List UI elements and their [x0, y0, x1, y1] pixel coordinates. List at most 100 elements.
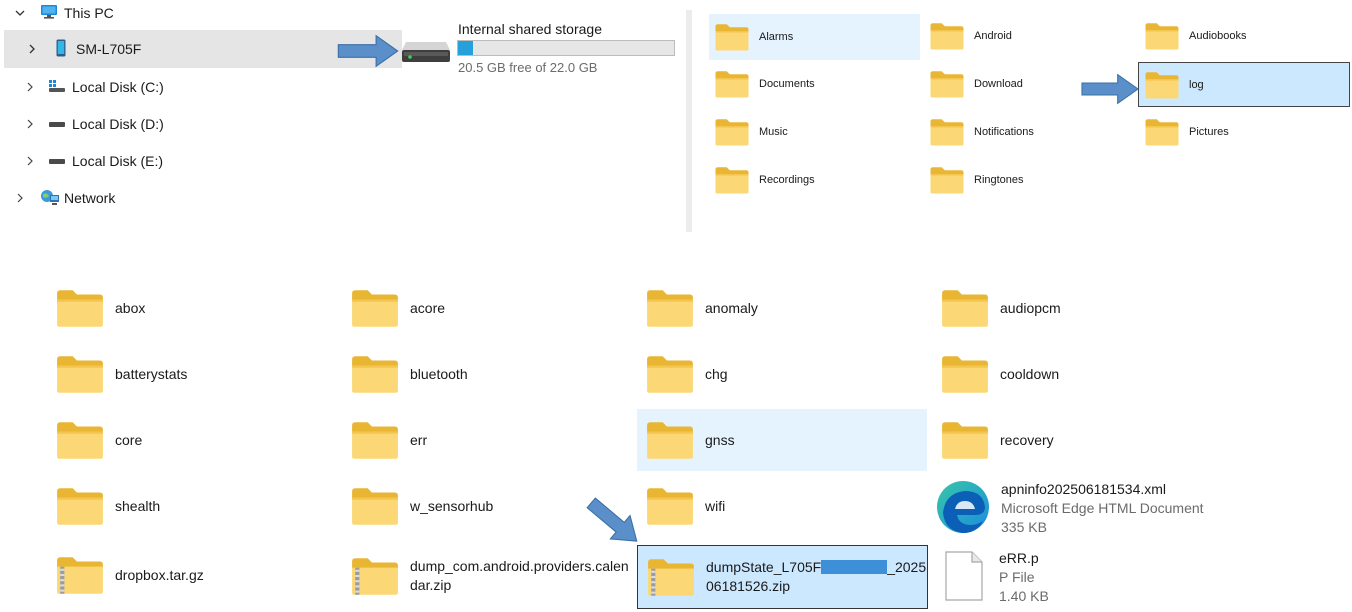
folder-err[interactable]: err [333, 409, 623, 471]
file-name-line1: dump_com.android.providers.calen [410, 558, 629, 574]
folder-pictures[interactable]: Pictures [1139, 110, 1350, 154]
folder-core[interactable]: core [38, 409, 328, 471]
file-apninfo[interactable]: apninfo202506181534.xml Microsoft Edge H… [923, 476, 1253, 540]
folder-label: Recordings [759, 174, 815, 186]
folder-music[interactable]: Music [709, 110, 920, 154]
folder-batterystats[interactable]: batterystats [38, 343, 328, 405]
folder-audiopcm[interactable]: audiopcm [923, 277, 1213, 339]
folder-label: Music [759, 126, 788, 138]
folder-w-sensorhub[interactable]: w_sensorhub [333, 475, 623, 537]
folder-label: Documents [759, 78, 815, 90]
folder-label: abox [115, 299, 146, 316]
folder-icon [57, 422, 103, 459]
folder-label: recovery [1000, 431, 1054, 448]
chevron-right-icon[interactable] [24, 118, 36, 130]
chevron-right-icon[interactable] [26, 43, 38, 55]
phone-icon [56, 39, 66, 60]
folder-chg[interactable]: chg [628, 343, 918, 405]
folder-wifi[interactable]: wifi [628, 475, 918, 537]
folder-label: wifi [705, 497, 726, 514]
folder-label: Ringtones [974, 174, 1024, 186]
folder-gnss[interactable]: gnss [637, 409, 927, 471]
chevron-right-icon[interactable] [24, 155, 36, 167]
windows-drive-icon [48, 79, 66, 96]
folder-icon [57, 488, 103, 525]
file-type: Microsoft Edge HTML Document [1001, 499, 1204, 516]
file-size: 335 KB [1001, 518, 1047, 535]
folder-notifications[interactable]: Notifications [924, 110, 1135, 154]
folder-icon [647, 422, 693, 459]
folder-label: Download [974, 78, 1023, 90]
file-name: eRR.p [999, 549, 1039, 566]
folder-shealth[interactable]: shealth [38, 475, 328, 537]
storage-name[interactable]: Internal shared storage [458, 21, 602, 37]
folder-icon [352, 356, 398, 393]
file-name-line1b: _2025 [887, 559, 927, 575]
zip-folder-icon [648, 559, 694, 596]
file-err-p[interactable]: eRR.p P File 1.40 KB [923, 546, 1213, 608]
pane-divider [686, 10, 692, 232]
tree-disk-c[interactable]: Local Disk (C:) [24, 70, 164, 104]
folder-cooldown[interactable]: cooldown [923, 343, 1213, 405]
pc-icon [40, 4, 58, 23]
file-name-line1a: dumpState_L705F [706, 559, 822, 575]
tree-label-device: SM-L705F [76, 41, 142, 57]
zip-dropbox[interactable]: dropbox.tar.gz [38, 544, 328, 606]
folder-android[interactable]: Android [924, 14, 1135, 58]
zip-dump-com[interactable]: dump_com.android.providers.calen dar.zip [333, 544, 629, 608]
chevron-right-icon[interactable] [14, 192, 26, 204]
edge-icon [935, 479, 991, 538]
folder-icon [1145, 119, 1179, 146]
folder-label: audiopcm [1000, 299, 1061, 316]
folder-icon [57, 356, 103, 393]
folder-icon [352, 422, 398, 459]
folder-audiobooks[interactable]: Audiobooks [1139, 14, 1350, 58]
folder-icon [647, 356, 693, 393]
folder-icon [942, 290, 988, 327]
file-name: apninfo202506181534.xml [1001, 480, 1167, 497]
folder-acore[interactable]: acore [333, 277, 623, 339]
folder-documents[interactable]: Documents [709, 62, 920, 106]
zip-dumpstate[interactable]: dumpState_L705F _2025 06181526.zip [637, 545, 928, 609]
folder-label: Audiobooks [1189, 30, 1247, 42]
folder-label: log [1189, 78, 1204, 91]
zip-folder-icon [352, 558, 398, 595]
drive-icon [48, 153, 66, 169]
folder-label: shealth [115, 497, 161, 514]
folder-icon [930, 71, 964, 98]
folder-label: Alarms [759, 31, 794, 43]
zip-folder-icon [57, 557, 103, 594]
tree-this-pc[interactable]: This PC [14, 0, 114, 30]
folder-icon [930, 23, 964, 50]
folder-label: Android [974, 30, 1012, 42]
redaction-block [821, 560, 888, 574]
folder-label: Notifications [974, 126, 1034, 138]
folder-icon [57, 290, 103, 327]
folder-abox[interactable]: abox [38, 277, 328, 339]
folder-ringtones[interactable]: Ringtones [924, 158, 1135, 202]
folder-alarms[interactable]: Alarms [709, 14, 920, 60]
folder-label: bluetooth [410, 365, 468, 382]
storage-drive-icon [400, 38, 452, 71]
folder-log[interactable]: log [1138, 62, 1350, 107]
folder-recovery[interactable]: recovery [923, 409, 1213, 471]
folder-bluetooth[interactable]: bluetooth [333, 343, 623, 405]
folder-label: chg [705, 365, 728, 382]
file-name-line2: 06181526.zip [706, 578, 791, 594]
file-name: dropbox.tar.gz [115, 566, 204, 583]
folder-icon [715, 71, 749, 98]
tree-disk-e[interactable]: Local Disk (E:) [24, 144, 163, 178]
folder-anomaly[interactable]: anomaly [628, 277, 918, 339]
folder-recordings[interactable]: Recordings [709, 158, 920, 202]
chevron-right-icon[interactable] [24, 81, 36, 93]
file-icon [945, 550, 983, 604]
chevron-down-icon[interactable] [14, 7, 26, 19]
folder-icon [647, 488, 693, 525]
tree-label-disk-c: Local Disk (C:) [72, 79, 164, 95]
folder-label: Pictures [1189, 126, 1229, 138]
tree-disk-d[interactable]: Local Disk (D:) [24, 107, 164, 141]
folder-icon [1145, 23, 1179, 50]
tree-network[interactable]: Network [14, 181, 115, 215]
folder-icon [647, 290, 693, 327]
arrow-icon [337, 35, 399, 67]
